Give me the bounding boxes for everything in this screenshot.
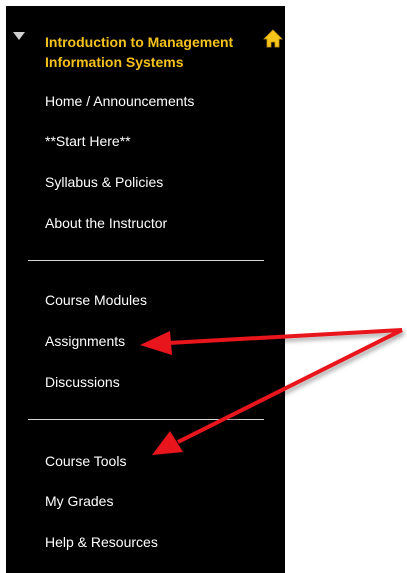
annotation-arrows <box>140 328 403 455</box>
arrow-to-course-tools <box>177 328 403 444</box>
arrow-to-assignments <box>167 328 403 345</box>
arrowhead-assignments <box>140 331 172 355</box>
arrowhead-course-tools <box>152 431 183 455</box>
